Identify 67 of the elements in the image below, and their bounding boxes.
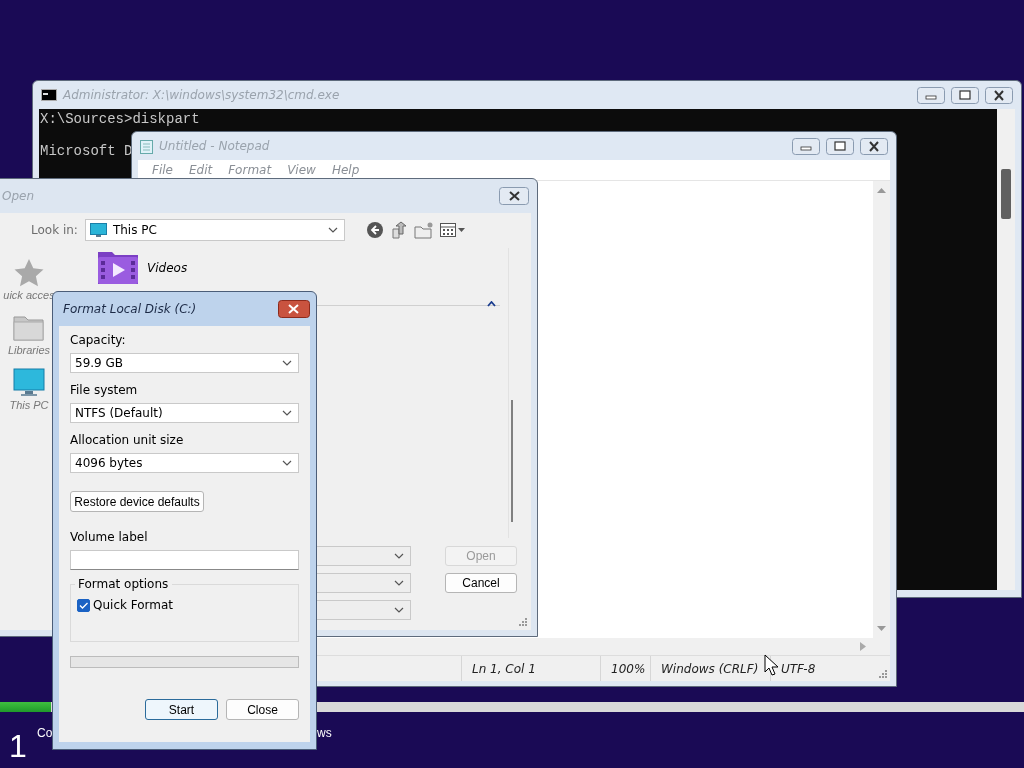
- step-label: Co: [37, 726, 53, 740]
- window-title: Administrator: X:\windows\system32\cmd.exe: [63, 88, 340, 102]
- checkmark-icon: [79, 601, 88, 609]
- chevron-down-icon: [394, 553, 404, 559]
- field-label: File system: [70, 383, 139, 399]
- console-icon: [41, 89, 57, 101]
- sidebar-item[interactable]: This PC: [9, 368, 49, 411]
- status-text: Windows (CRLF): [661, 661, 759, 676]
- sidebar-item[interactable]: Libraries: [7, 313, 51, 356]
- monitor-icon: [89, 222, 107, 238]
- back-icon[interactable]: [365, 221, 384, 239]
- field-label: Volume label: [70, 530, 149, 546]
- maximize-icon[interactable]: [826, 137, 854, 155]
- scroll-up-icon[interactable]: [877, 187, 886, 193]
- restore-defaults-button[interactable]: Restore device defaults: [70, 491, 204, 512]
- dropdown[interactable]: NTFS (Default): [70, 403, 299, 423]
- chevron-down-icon: [327, 227, 338, 233]
- minimize-icon[interactable]: [792, 137, 820, 155]
- chevron-down-icon: [282, 410, 292, 416]
- dropdown[interactable]: 59.9 GB: [70, 353, 299, 373]
- status-text: Ln 1, Col 1: [472, 661, 536, 676]
- look-in-dropdown[interactable]: This PC: [84, 219, 345, 241]
- step-number: 1: [9, 728, 27, 765]
- maximize-icon[interactable]: [951, 86, 979, 104]
- checkbox-label: Quick Format: [93, 598, 174, 612]
- folder-icon: [13, 313, 45, 342]
- close-icon[interactable]: [499, 187, 529, 205]
- close-icon[interactable]: [985, 86, 1013, 104]
- chevron-down-icon: [394, 607, 404, 613]
- scrollbar-thumb[interactable]: [511, 400, 513, 522]
- folder-item[interactable]: Videos: [97, 251, 500, 285]
- close-button[interactable]: Close: [226, 699, 299, 720]
- chevron-down-icon: [394, 580, 404, 586]
- minimize-icon[interactable]: [917, 86, 945, 104]
- resize-grip-icon: [519, 618, 527, 626]
- scroll-down-icon[interactable]: [877, 626, 886, 632]
- field-label: Allocation unit size: [70, 433, 185, 449]
- star-icon: [13, 258, 45, 287]
- notepad-icon: [140, 138, 153, 154]
- window-title: Format Local Disk (C:): [63, 302, 197, 316]
- chevron-down-icon: [282, 360, 292, 366]
- volume-label-field[interactable]: [70, 550, 299, 570]
- look-in-label: Look in:: [31, 223, 78, 237]
- view-menu-icon[interactable]: [439, 222, 466, 238]
- mouse-pointer-icon: [764, 654, 778, 676]
- scrollbar-thumb[interactable]: [1001, 169, 1011, 219]
- video-folder-icon: [97, 251, 139, 285]
- up-folder-icon[interactable]: [389, 221, 408, 239]
- monitor-icon: [13, 368, 45, 397]
- step-label: ws: [317, 726, 332, 740]
- cancel-button[interactable]: Cancel: [445, 573, 517, 593]
- window-title: Untitled - Notepad: [159, 139, 270, 153]
- dropdown[interactable]: 4096 bytes: [70, 453, 299, 473]
- status-text: 100%: [611, 661, 646, 676]
- close-icon[interactable]: [860, 137, 888, 155]
- window-title: Open: [2, 189, 35, 203]
- collapse-icon[interactable]: [487, 301, 496, 307]
- checkbox[interactable]: [77, 598, 90, 612]
- status-text: UTF-8: [781, 661, 816, 676]
- console-text: X:\Sources>diskpart: [40, 111, 200, 127]
- chevron-down-icon: [282, 460, 292, 466]
- new-folder-icon[interactable]: [413, 221, 434, 239]
- close-icon[interactable]: [278, 300, 310, 318]
- field-label: Capacity:: [70, 333, 127, 349]
- start-button[interactable]: Start: [145, 699, 218, 720]
- resize-grip-icon: [879, 670, 887, 678]
- group-title: Format options: [75, 577, 173, 591]
